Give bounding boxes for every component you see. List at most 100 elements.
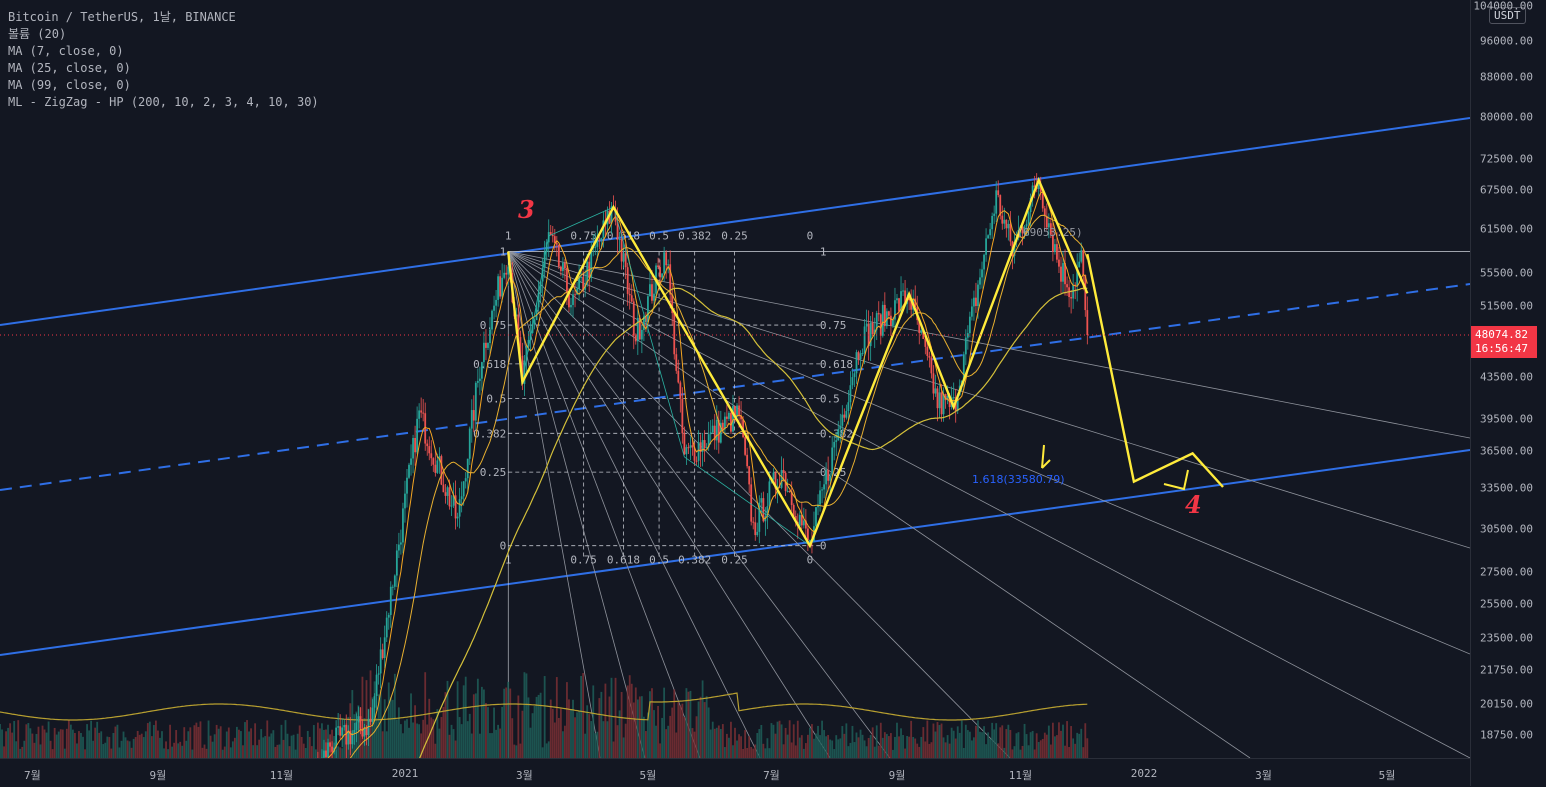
volume-bar <box>910 721 912 758</box>
volume-bar <box>479 734 481 758</box>
legend-ma7[interactable]: MA (7, close, 0) <box>8 43 319 60</box>
volume-bar <box>947 735 949 758</box>
volume-bar <box>941 724 943 758</box>
legend-ma25[interactable]: MA (25, close, 0) <box>8 60 319 77</box>
volume-bar <box>25 724 27 758</box>
y-tick-label: 96000.00 <box>1480 35 1533 48</box>
volume-bar <box>228 728 230 758</box>
volume-bar <box>252 745 254 758</box>
volume-bar <box>254 723 256 758</box>
candle-body <box>1044 208 1046 216</box>
volume-bar <box>534 706 536 758</box>
volume-bar <box>716 728 718 758</box>
fib-level-label-right: 0 <box>820 540 827 553</box>
candle-body <box>345 725 347 744</box>
volume-bar <box>521 711 523 758</box>
volume-bar <box>985 744 987 758</box>
volume-bar <box>499 729 501 758</box>
volume-bar <box>825 736 827 758</box>
volume-bar <box>408 728 410 758</box>
legend-ma99[interactable]: MA (99, close, 0) <box>8 77 319 94</box>
volume-bar <box>653 710 655 758</box>
x-tick-label: 7월 <box>24 767 41 783</box>
candle-body <box>491 311 493 330</box>
legend-symbol[interactable]: Bitcoin / TetherUS, 1날, BINANCE <box>8 9 319 26</box>
volume-bar <box>50 741 52 758</box>
volume-bar <box>443 707 445 758</box>
x-tick-label: 9월 <box>150 767 167 783</box>
price-axis[interactable]: USDT 104000.0096000.0088000.0080000.0072… <box>1470 0 1546 786</box>
time-axis[interactable]: 7월9월11월20213월5월7월9월11월20223월5월 <box>0 758 1470 787</box>
x-tick-label: 2022 <box>1131 767 1158 780</box>
volume-bar <box>876 725 878 758</box>
chart-root: 11110.750.750.750.750.6180.6180.6180.618… <box>0 0 1546 786</box>
volume-bar <box>1082 747 1084 758</box>
volume-bar <box>860 730 862 758</box>
volume-bar <box>264 736 266 758</box>
candle-body <box>459 499 461 516</box>
volume-bar <box>576 712 578 758</box>
x-tick-label: 2021 <box>392 767 419 780</box>
volume-bar <box>892 750 894 758</box>
volume-bar <box>402 733 404 758</box>
volume-bar <box>169 725 171 758</box>
candle-body <box>892 320 894 326</box>
volume-bar <box>42 726 44 758</box>
volume-bar <box>362 677 364 758</box>
volume-bar <box>884 732 886 758</box>
volume-bar <box>96 722 98 758</box>
candle-body <box>935 388 937 393</box>
candle-body <box>323 751 325 758</box>
volume-bar <box>167 749 169 758</box>
volume-bar <box>596 732 598 758</box>
volume-bar <box>700 697 702 758</box>
volume-bar <box>615 678 617 758</box>
volume-bar <box>206 749 208 758</box>
volume-bar <box>299 725 301 758</box>
volume-bar <box>477 679 479 758</box>
volume-bar <box>592 685 594 758</box>
volume-bar <box>517 695 519 758</box>
plot-area[interactable]: 11110.750.750.750.750.6180.6180.6180.618… <box>0 0 1470 758</box>
volume-bar <box>655 726 657 758</box>
volume-bar <box>959 733 961 758</box>
volume-bar <box>1038 742 1040 758</box>
volume-bar <box>287 734 289 758</box>
volume-bar <box>1032 731 1034 758</box>
volume-bar <box>457 681 459 758</box>
volume-bar <box>580 676 582 758</box>
candle-body <box>566 268 568 293</box>
candle-body <box>681 399 683 434</box>
candle-body <box>329 743 331 747</box>
volume-bar <box>430 717 432 758</box>
candle-body <box>392 587 394 588</box>
volume-bar <box>702 680 704 758</box>
candle-body <box>327 743 329 758</box>
volume-bar <box>27 723 29 758</box>
candle-body <box>931 358 933 374</box>
volume-bar <box>198 727 200 758</box>
volume-bar <box>511 718 513 758</box>
legend-volume[interactable]: 볼륨 (20) <box>8 26 319 43</box>
legend-zigzag[interactable]: ML - ZigZag - HP (200, 10, 2, 3, 4, 10, … <box>8 94 319 111</box>
volume-bar <box>726 734 728 758</box>
candle-body <box>449 487 451 506</box>
volume-bar <box>240 731 242 758</box>
volume-bar <box>137 731 139 758</box>
y-tick-label: 30500.00 <box>1480 523 1533 536</box>
volume-bar <box>807 735 809 758</box>
volume-bar <box>791 742 793 758</box>
candle-body <box>410 458 412 464</box>
candle-body <box>436 460 438 472</box>
candle-body <box>422 413 424 414</box>
fib-fan-line <box>508 252 1470 758</box>
volume-bar <box>183 727 185 758</box>
volume-bar <box>230 747 232 758</box>
volume-bar <box>1056 735 1058 758</box>
volume-bar <box>874 747 876 758</box>
volume-bar <box>29 728 31 758</box>
volume-bar <box>181 746 183 758</box>
volume-bar <box>631 684 633 758</box>
volume-bar <box>68 721 70 758</box>
y-tick-label: 55500.00 <box>1480 267 1533 280</box>
